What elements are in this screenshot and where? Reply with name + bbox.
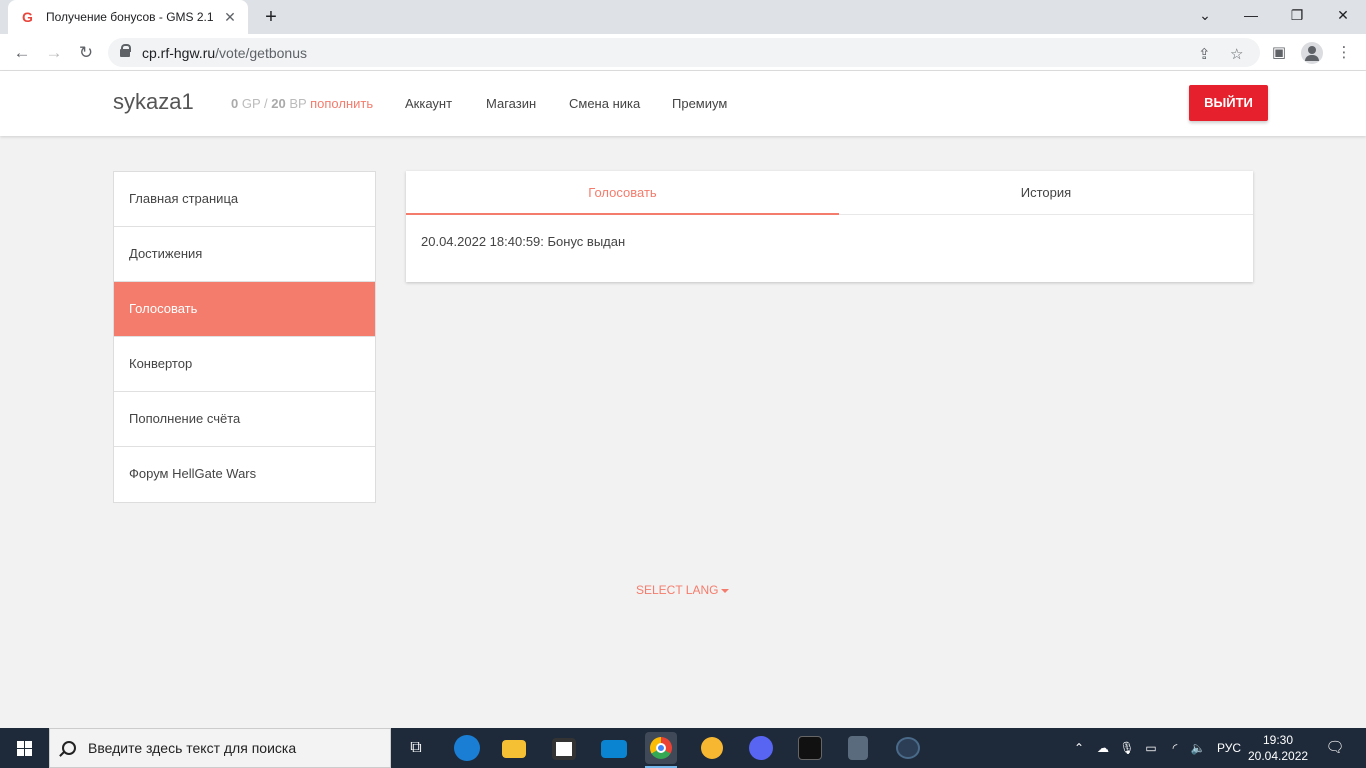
wifi-icon[interactable]: ◜ <box>1166 728 1184 768</box>
battery-icon[interactable]: ▭ <box>1142 728 1160 768</box>
volume-icon[interactable]: 🔈 <box>1188 728 1208 768</box>
edge-icon[interactable] <box>454 735 480 761</box>
tab-search-icon[interactable]: ⌄ <box>1182 0 1228 30</box>
keyboard-language[interactable]: РУС <box>1214 728 1244 768</box>
mail-icon[interactable] <box>601 740 627 758</box>
new-tab-button[interactable]: + <box>260 6 282 28</box>
onedrive-icon[interactable]: ☁ <box>1094 728 1112 768</box>
select-lang-dropdown[interactable]: SELECT LANG <box>636 583 730 597</box>
microphone-icon[interactable]: 🎙 <box>1118 728 1136 768</box>
nav-shop[interactable]: Магазин <box>486 96 536 111</box>
task-view-icon[interactable]: ⧉ <box>400 732 432 764</box>
restore-button[interactable]: ❐ <box>1274 0 1320 30</box>
caret-down-icon <box>721 588 730 593</box>
app-icon[interactable] <box>896 737 920 759</box>
nav-rename[interactable]: Смена ника <box>569 96 640 111</box>
discord-icon[interactable] <box>749 736 773 760</box>
search-icon <box>62 741 76 755</box>
site-header: sykaza1 0 GP / 20 BP пополнить Аккаунт М… <box>0 71 1366 136</box>
sidebar-item-forum[interactable]: Форум HellGate Wars <box>114 447 375 502</box>
balance: 0 GP / 20 BP пополнить <box>231 96 374 111</box>
taskbar: Введите здесь текст для поиска ⧉ ⌃ ☁ 🎙 ▭… <box>0 728 1366 768</box>
tray-chevron-up-icon[interactable]: ⌃ <box>1070 728 1088 768</box>
side-panel-icon[interactable]: ▣ <box>1269 43 1289 63</box>
browser-tab[interactable]: G Получение бонусов - GMS 2.1 ✕ <box>8 0 248 34</box>
sidebar-item-achievements[interactable]: Достижения <box>114 227 375 282</box>
sidebar-item-topup[interactable]: Пополнение счёта <box>114 392 375 447</box>
windows-start-button[interactable] <box>0 728 48 768</box>
vote-card: Голосовать История 20.04.2022 18:40:59: … <box>406 171 1253 282</box>
back-button[interactable]: ← <box>8 39 36 67</box>
game-launcher-icon[interactable] <box>798 736 822 760</box>
browser-toolbar: ← → ↻ cp.rf-hgw.ru/vote/getbonus ⇪ ☆ ▣ ⋮ <box>0 34 1366 71</box>
lock-icon[interactable] <box>120 43 131 58</box>
clock-time: 19:30 <box>1262 733 1294 747</box>
url-text: cp.rf-hgw.ru/vote/getbonus <box>142 44 307 61</box>
share-icon[interactable]: ⇪ <box>1198 45 1211 63</box>
reload-button[interactable]: ↻ <box>72 39 100 67</box>
weather-icon[interactable] <box>701 737 723 759</box>
system-clock[interactable]: 19:30 20.04.2022 <box>1248 732 1308 764</box>
bookmark-star-icon[interactable]: ☆ <box>1230 45 1243 63</box>
forward-button[interactable]: → <box>40 39 68 67</box>
browser-tabstrip: G Получение бонусов - GMS 2.1 ✕ + ⌄ — ❐ … <box>0 0 1366 34</box>
menu-kebab-icon[interactable]: ⋮ <box>1334 43 1354 63</box>
taskbar-search[interactable]: Введите здесь текст для поиска <box>49 728 391 768</box>
store-icon[interactable] <box>552 738 576 760</box>
sidebar-item-vote[interactable]: Голосовать <box>114 282 375 337</box>
file-explorer-icon[interactable] <box>502 740 526 758</box>
tab-title: Получение бонусов - GMS 2.1 <box>46 10 214 24</box>
tab-history[interactable]: История <box>839 171 1253 215</box>
sidebar-item-converter[interactable]: Конвертор <box>114 337 375 392</box>
username: sykaza1 <box>113 89 194 114</box>
site-favicon-icon: G <box>22 9 33 25</box>
window-close-button[interactable]: ✕ <box>1320 0 1366 30</box>
notification-icon[interactable]: 🗨 <box>1320 728 1350 768</box>
tab-vote[interactable]: Голосовать <box>406 171 839 215</box>
chrome-icon[interactable] <box>645 732 677 768</box>
profile-avatar-icon[interactable] <box>1301 42 1323 64</box>
nav-account[interactable]: Аккаунт <box>405 96 452 111</box>
sidebar-item-home[interactable]: Главная страница <box>114 172 375 227</box>
clock-date: 20.04.2022 <box>1248 749 1309 763</box>
minimize-button[interactable]: — <box>1228 0 1274 30</box>
nav-premium[interactable]: Премиум <box>672 96 727 111</box>
bonus-message: 20.04.2022 18:40:59: Бонус выдан <box>421 234 626 249</box>
topup-link[interactable]: пополнить <box>310 96 373 111</box>
address-bar[interactable]: cp.rf-hgw.ru/vote/getbonus ⇪ ☆ <box>108 38 1260 67</box>
sidebar: Главная страница Достижения Голосовать К… <box>113 171 376 503</box>
taskbar-search-placeholder: Введите здесь текст для поиска <box>88 740 297 756</box>
tab-close-icon[interactable]: ✕ <box>222 9 238 26</box>
logout-button[interactable]: ВЫЙТИ <box>1189 85 1268 121</box>
calculator-icon[interactable] <box>848 736 868 760</box>
